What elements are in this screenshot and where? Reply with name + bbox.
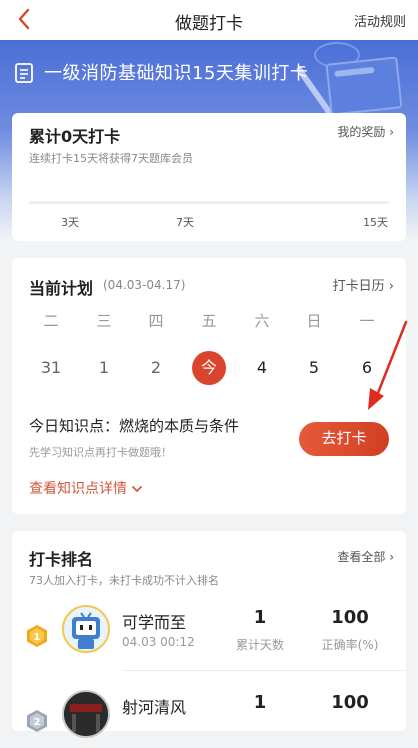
ranking-row[interactable]: 2 射河清风 1 100 bbox=[12, 686, 406, 748]
progress-tick: 7天 bbox=[176, 216, 194, 229]
checkin-calendar-label: 打卡日历 bbox=[332, 279, 385, 294]
progress-tick: 15天 bbox=[363, 216, 388, 229]
ranking-subtitle: 73人加入打卡，未打卡成功不计入排名 bbox=[29, 574, 219, 587]
total-days-label: 累计天数 bbox=[235, 638, 284, 652]
total-days-value: 1 bbox=[253, 692, 267, 713]
streak-title: 累计0天打卡 bbox=[29, 127, 121, 146]
activity-rules-link[interactable]: 活动规则 bbox=[354, 11, 406, 30]
chevron-down-icon bbox=[132, 486, 143, 492]
checkin-calendar-link[interactable]: 打卡日历 › bbox=[333, 275, 394, 294]
view-all-label: 查看全部 bbox=[337, 550, 386, 564]
banner-decoration bbox=[325, 56, 403, 116]
calendar-day-today[interactable]: 今 bbox=[189, 351, 229, 385]
calendar-day[interactable]: 4 bbox=[242, 351, 282, 385]
doc-icon bbox=[15, 63, 33, 83]
calendar-day-number: 1 bbox=[98, 358, 110, 377]
calendar-day-number: 2 bbox=[150, 358, 162, 377]
progress-tick: 3天 bbox=[61, 216, 79, 229]
streak-subtitle: 连续打卡15天将获得7天题库会员 bbox=[29, 152, 193, 165]
user-name: 射河清风 bbox=[122, 698, 187, 717]
calendar-day-number: 4 bbox=[256, 358, 268, 377]
avatar[interactable] bbox=[62, 605, 110, 653]
streak-progress-bar bbox=[29, 201, 389, 204]
avatar-image bbox=[64, 692, 108, 736]
accuracy-value: 100 bbox=[331, 607, 369, 628]
knowledge-detail-label: 查看知识点详情 bbox=[29, 481, 127, 497]
calendar-day[interactable]: 1 bbox=[84, 351, 124, 385]
svg-text:1: 1 bbox=[34, 632, 41, 643]
banner-title: 一级消防基础知识15天集训打卡 bbox=[44, 63, 309, 84]
plan-range: (04.03-04.17) bbox=[103, 278, 186, 292]
today-knowledge-point: 今日知识点：燃烧的本质与条件 bbox=[29, 417, 240, 435]
calendar-day-number: 6 bbox=[361, 358, 373, 377]
calendar-day[interactable]: 2 bbox=[136, 351, 176, 385]
accuracy-value: 100 bbox=[331, 692, 369, 713]
weekday-label: 四 bbox=[148, 312, 164, 330]
ranking-row[interactable]: 1 可学而至 04.03 00:12 1 累计天数 100 正确率(%) bbox=[12, 601, 406, 671]
svg-text:2: 2 bbox=[34, 717, 41, 728]
row-divider bbox=[122, 670, 406, 671]
ranking-card: 打卡排名 73人加入打卡，未打卡成功不计入排名 查看全部 › 1 可学而至 04… bbox=[12, 531, 406, 738]
avatar-image bbox=[72, 612, 100, 649]
my-rewards-label: 我的奖励 bbox=[337, 125, 386, 139]
silver-medal-icon: 2 bbox=[27, 710, 47, 732]
weekday-label: 五 bbox=[201, 312, 217, 330]
calendar-day[interactable]: 31 bbox=[31, 351, 71, 385]
calendar-day-number: 5 bbox=[308, 358, 320, 377]
ranking-title: 打卡排名 bbox=[29, 550, 94, 569]
accuracy-label: 正确率(%) bbox=[321, 638, 379, 652]
plan-title: 当前计划 bbox=[29, 279, 94, 298]
chevron-right-icon: › bbox=[389, 125, 394, 139]
today-hint: 先学习知识点再打卡做题哦！ bbox=[29, 446, 172, 459]
calendar-day-number: 31 bbox=[40, 358, 62, 377]
calendar-day[interactable]: 5 bbox=[294, 351, 334, 385]
weekday-label: 三 bbox=[96, 312, 112, 330]
plan-card: 当前计划 (04.03-04.17) 打卡日历 › 二 三 四 五 六 日 一 … bbox=[12, 258, 406, 514]
gold-medal-icon: 1 bbox=[27, 625, 47, 647]
calendar-day-number: 今 bbox=[200, 358, 217, 377]
view-all-link[interactable]: 查看全部 › bbox=[337, 548, 394, 565]
knowledge-detail-link[interactable]: 查看知识点详情 bbox=[29, 478, 143, 498]
weekday-label: 六 bbox=[254, 312, 270, 330]
user-name: 可学而至 bbox=[122, 613, 187, 632]
weekday-label: 日 bbox=[306, 312, 322, 330]
total-days-value: 1 bbox=[253, 607, 267, 628]
chevron-right-icon: › bbox=[388, 279, 394, 294]
avatar[interactable] bbox=[62, 690, 110, 738]
checkin-time: 04.03 00:12 bbox=[122, 635, 195, 649]
streak-card: 累计0天打卡 连续打卡15天将获得7天题库会员 我的奖励 › 3天 7天 15天 bbox=[12, 113, 406, 241]
calendar-day[interactable]: 6 bbox=[347, 351, 387, 385]
nav-bar: 做题打卡 活动规则 bbox=[0, 0, 418, 40]
chevron-right-icon: › bbox=[389, 550, 394, 564]
weekday-label: 一 bbox=[359, 312, 375, 330]
weekday-label: 二 bbox=[43, 312, 59, 330]
checkin-button[interactable]: 去打卡 bbox=[299, 422, 389, 456]
my-rewards-link[interactable]: 我的奖励 › bbox=[337, 123, 394, 140]
